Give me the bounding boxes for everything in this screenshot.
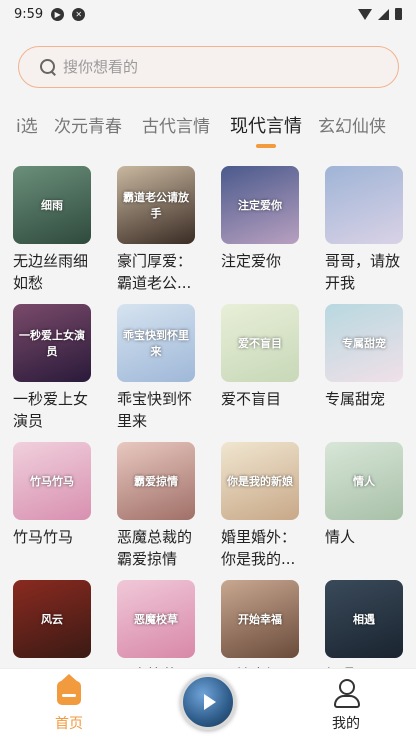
- book-item[interactable]: 一秒爱上女演员 一秒爱上女演员: [13, 304, 97, 432]
- book-item[interactable]: 霸道老公请放手豪门厚爱：霸道老公...: [117, 166, 201, 294]
- nav-mine-label: 我的: [332, 716, 360, 732]
- status-time: 9:59: [14, 6, 44, 22]
- book-item[interactable]: 情人 情人: [325, 442, 409, 570]
- book-item[interactable]: 爱不盲目 爱不盲目: [221, 304, 305, 432]
- book-cover[interactable]: 情人: [325, 442, 403, 520]
- search-bar[interactable]: [18, 46, 399, 88]
- nav-home-label: 首页: [55, 716, 83, 732]
- book-item[interactable]: 竹马竹马 竹马竹马: [13, 442, 97, 570]
- book-cover-text: 乖宝快到怀里来: [123, 329, 189, 358]
- book-item[interactable]: 哥哥，请放开我: [325, 166, 409, 294]
- book-cover[interactable]: 爱不盲目: [221, 304, 299, 382]
- book-cover[interactable]: 一秒爱上女演员: [13, 304, 91, 382]
- tab-2[interactable]: 古代言情: [142, 112, 210, 137]
- book-title: 竹马竹马: [13, 528, 74, 546]
- book-title: 情人: [325, 528, 356, 546]
- book-title: 专属甜宠: [325, 390, 386, 408]
- book-cover[interactable]: 开始幸福: [221, 580, 299, 658]
- book-cover[interactable]: 霸爱掠情: [117, 442, 195, 520]
- book-cover[interactable]: 注定爱你: [221, 166, 299, 244]
- book-title: 哥哥，请放开我: [325, 252, 401, 292]
- book-cover[interactable]: 你是我的新娘: [221, 442, 299, 520]
- book-item[interactable]: 细雨 无边丝雨细如愁: [13, 166, 97, 294]
- user-icon: [333, 679, 360, 708]
- book-cover[interactable]: 相遇: [325, 580, 403, 658]
- search-input[interactable]: [63, 58, 363, 76]
- category-tabs: i选 次元青春 古代言情 现代言情 玄幻仙侠: [0, 112, 416, 152]
- book-cover[interactable]: 霸道老公请放手: [117, 166, 195, 244]
- search-icon: [39, 58, 57, 76]
- book-cover[interactable]: 竹马竹马: [13, 442, 91, 520]
- book-cover-text: [362, 203, 366, 207]
- nav-mine[interactable]: 我的: [311, 677, 381, 733]
- book-cover[interactable]: 细雨: [13, 166, 91, 244]
- book-cover-text: 专属甜宠: [342, 337, 386, 350]
- tab-1[interactable]: 次元青春: [54, 112, 122, 137]
- book-cover-text: 情人: [353, 475, 375, 488]
- book-item[interactable]: 乖宝快到怀里来 乖宝快到怀里来: [117, 304, 201, 432]
- active-tab-indicator: [256, 144, 276, 148]
- book-cover[interactable]: 专属甜宠: [325, 304, 403, 382]
- tab-0[interactable]: i选: [16, 112, 38, 137]
- nav-home[interactable]: 首页: [34, 674, 104, 733]
- book-item[interactable]: 注定爱你 注定爱你: [221, 166, 305, 294]
- book-cover-text: 霸爱掠情: [134, 475, 178, 488]
- book-cover-text: 风云: [41, 613, 63, 626]
- tab-4[interactable]: 玄幻仙侠: [318, 112, 386, 137]
- book-cover-text: 相遇: [353, 613, 375, 626]
- book-title: 豪门厚爱：霸道老公...: [117, 252, 193, 292]
- wifi-icon: [358, 8, 372, 20]
- signal-icon: [378, 8, 389, 20]
- status-bar: 9:59 ▶ ✕: [0, 0, 416, 28]
- book-title: 乖宝快到怀里来: [117, 390, 193, 430]
- book-title: 注定爱你: [221, 252, 282, 270]
- book-cover-text: 注定爱你: [238, 199, 282, 212]
- book-cover[interactable]: 乖宝快到怀里来: [117, 304, 195, 382]
- book-title: 无边丝雨细如愁: [13, 252, 89, 292]
- book-item[interactable]: 专属甜宠 专属甜宠: [325, 304, 409, 432]
- book-cover[interactable]: 风云: [13, 580, 91, 658]
- tab-3[interactable]: 现代言情: [230, 112, 302, 138]
- book-cover-text: 霸道老公请放手: [123, 191, 189, 220]
- book-title: 恶魔总裁的霸爱掠情: [117, 528, 193, 568]
- book-title: 爱不盲目: [221, 390, 282, 408]
- book-title: 婚里婚外：你是我的...: [221, 528, 297, 568]
- book-item[interactable]: 霸爱掠情恶魔总裁的霸爱掠情: [117, 442, 201, 570]
- book-cover-text: 细雨: [41, 199, 63, 212]
- book-cover-text: 你是我的新娘: [227, 475, 293, 488]
- player-disc-button[interactable]: [180, 674, 236, 730]
- book-title: 一秒爱上女演员: [13, 390, 89, 430]
- block-icon: ✕: [72, 7, 86, 21]
- book-cover[interactable]: 恶魔校草: [117, 580, 195, 658]
- battery-icon: [395, 8, 402, 20]
- book-cover-text: 爱不盲目: [238, 337, 282, 350]
- home-icon: [57, 674, 81, 705]
- play-icon: [204, 694, 216, 710]
- media-play-icon: ▶: [51, 7, 65, 21]
- book-cover[interactable]: [325, 166, 403, 244]
- book-cover-text: 竹马竹马: [30, 475, 74, 488]
- book-cover-text: 一秒爱上女演员: [19, 329, 85, 358]
- book-item[interactable]: 你是我的新娘婚里婚外：你是我的...: [221, 442, 305, 570]
- book-cover-text: 恶魔校草: [134, 613, 178, 626]
- book-cover-text: 开始幸福: [238, 613, 282, 626]
